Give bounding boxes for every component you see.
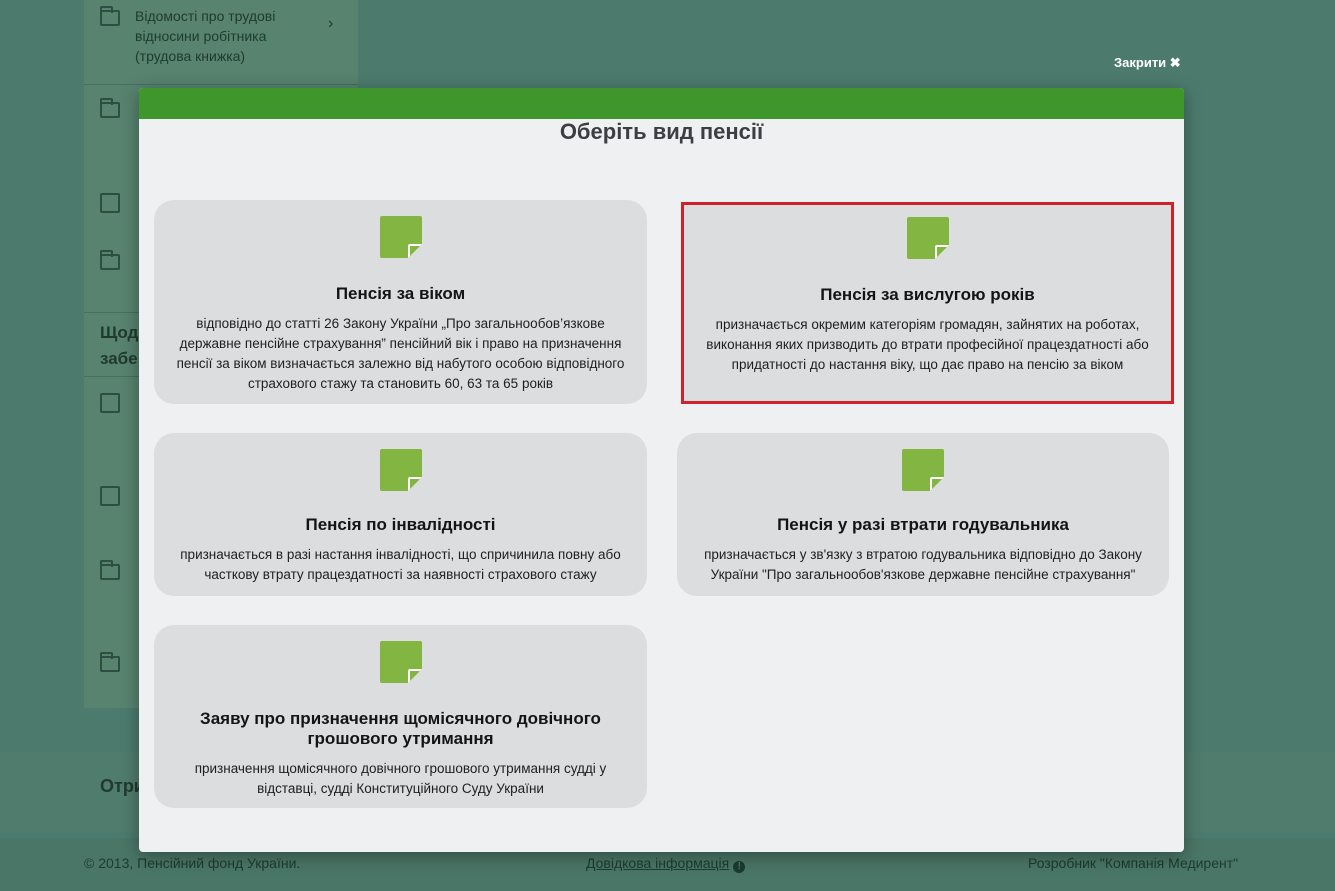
modal-header-bar [139, 88, 1184, 119]
sidebar-item-work-records[interactable]: Відомості про трудові відносини робітник… [100, 6, 333, 66]
card-survivor-pension[interactable]: Пенсія у разі втрати годувальника призна… [677, 433, 1169, 596]
document-icon [379, 641, 422, 683]
sidebar-item-hidden[interactable] [100, 98, 135, 118]
folder-icon [100, 652, 120, 672]
card-judge-allowance[interactable]: Заяву про призначення щомісячного довічн… [154, 625, 647, 808]
info-icon: ! [733, 861, 746, 873]
modal-title: Оберіть вид пенсії [559, 119, 764, 144]
help-link[interactable]: Довідкова інформація [586, 855, 729, 871]
card-title: Заяву про призначення щомісячного довічн… [200, 709, 601, 748]
document-icon [379, 216, 422, 258]
footer-copyright: © 2013, Пенсійний фонд України. [84, 855, 301, 871]
document-icon [906, 217, 949, 259]
card-title: Пенсія за віком [335, 284, 466, 303]
folder-icon [100, 98, 120, 118]
folder-icon [100, 250, 120, 270]
close-label: Закрити [1114, 55, 1167, 70]
card-description: призначається окремим категоріям громадя… [706, 317, 1149, 372]
folder-icon [100, 560, 120, 580]
pension-type-modal: Оберіть вид пенсії Пенсія за віком відпо… [139, 88, 1184, 852]
checklist-icon [100, 486, 120, 506]
footer-help[interactable]: Довідкова інформація! [586, 855, 746, 873]
card-disability-pension[interactable]: Пенсія по інвалідності призначається в р… [154, 433, 647, 596]
close-icon: ✖ [1169, 55, 1181, 70]
card-title: Пенсія у разі втрати годувальника [777, 515, 1069, 534]
card-description: відповідно до статті 26 Закону України „… [176, 316, 625, 391]
card-title: Пенсія по інвалідності [305, 515, 496, 534]
folder-icon [100, 6, 120, 26]
document-check-icon [100, 393, 120, 413]
sidebar-item-hidden-3[interactable] [100, 560, 135, 580]
card-description: призначається у зв'язку з втратою годува… [704, 547, 1142, 582]
sidebar-item-hidden-2[interactable] [100, 250, 135, 270]
card-long-service-pension[interactable]: Пенсія за вислугою років призначається о… [681, 202, 1174, 404]
document-icon [379, 449, 422, 491]
document-icon [902, 449, 944, 491]
sidebar-item-hidden-4[interactable] [100, 652, 135, 672]
card-description: призначення щомісячного довічного грошов… [194, 761, 607, 796]
chevron-right-icon: › [328, 15, 334, 32]
close-button[interactable]: Закрити ✖ [1114, 55, 1181, 71]
footer-developer: Розробник "Компанія Медирент" [1028, 855, 1239, 871]
sidebar-item-label: Відомості про трудові відносини робітник… [135, 8, 276, 64]
calendar-icon [100, 193, 120, 213]
card-old-age-pension[interactable]: Пенсія за віком відповідно до статті 26 … [154, 200, 647, 404]
card-description: призначається в разі настання інваліднос… [180, 547, 621, 582]
card-title: Пенсія за вислугою років [820, 285, 1035, 304]
sidebar-divider [84, 84, 358, 85]
